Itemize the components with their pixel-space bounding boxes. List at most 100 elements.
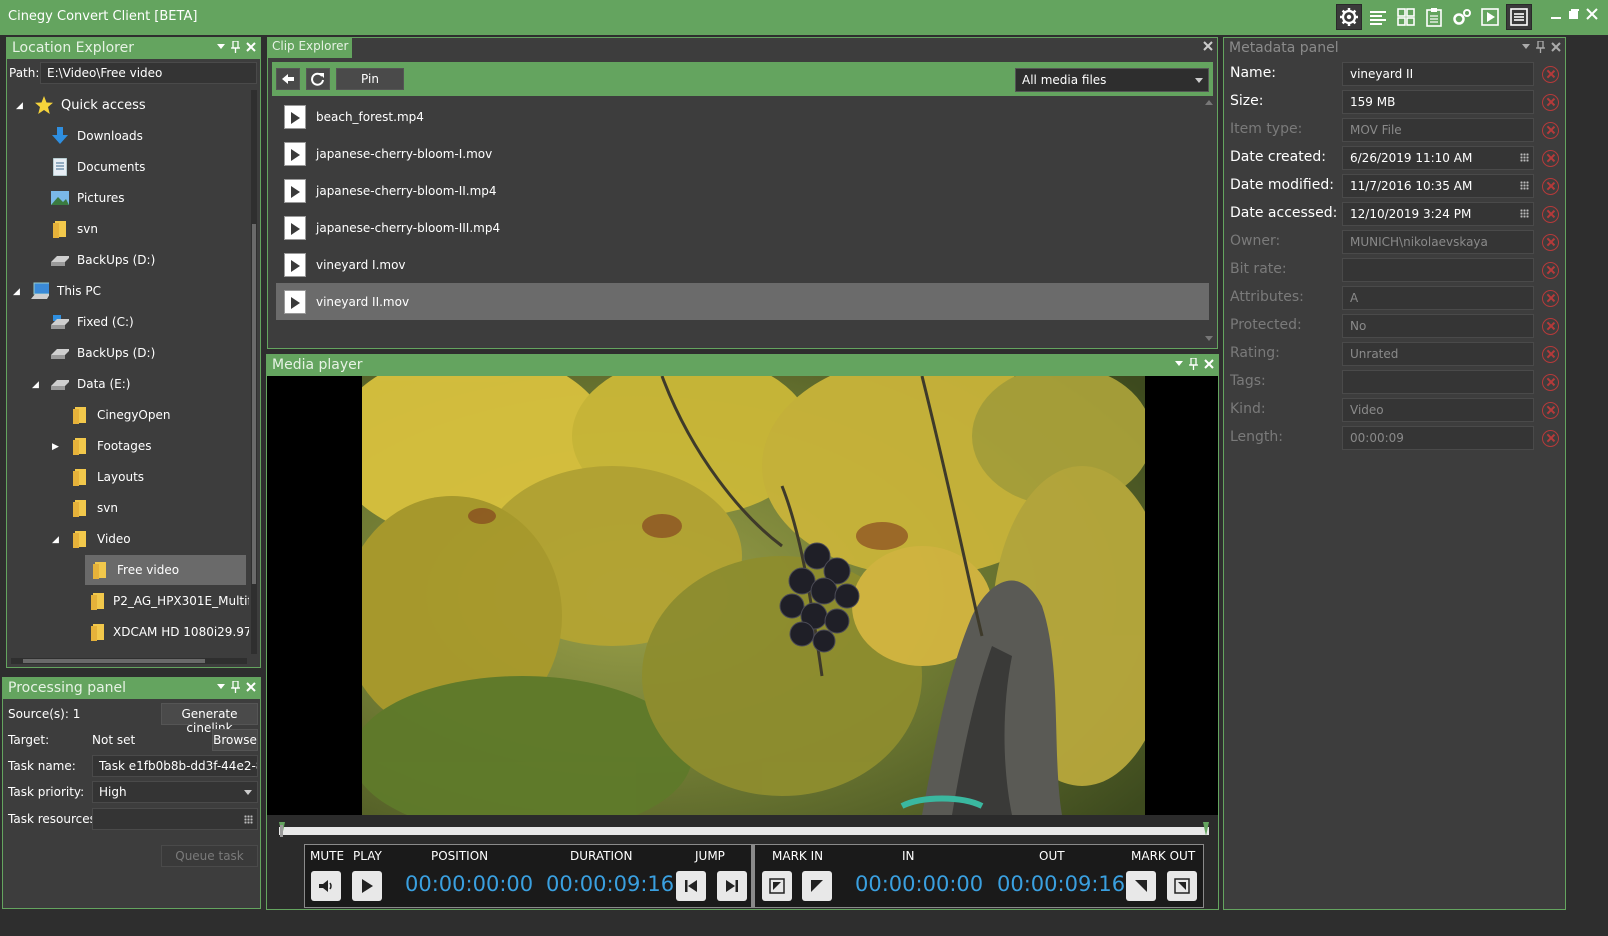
vertical-scrollbar[interactable] (251, 90, 257, 654)
dropdown-icon[interactable] (217, 684, 225, 690)
mute-button[interactable] (311, 871, 341, 901)
back-button[interactable] (276, 68, 300, 90)
grid-view-icon[interactable] (1394, 5, 1418, 29)
expander-icon[interactable]: ◢ (13, 287, 20, 297)
tree-item-downloads[interactable]: Downloads (51, 121, 143, 151)
metadata-value[interactable]: 159 MB (1342, 90, 1534, 114)
task-priority-select[interactable]: High (92, 781, 258, 803)
pin-icon[interactable] (1536, 41, 1545, 53)
clear-icon[interactable] (1542, 346, 1559, 363)
date-picker-icon[interactable] (1520, 153, 1529, 162)
tree-item-free-video[interactable]: Free video (85, 555, 246, 585)
metadata-value[interactable]: 11/7/2016 10:35 AM (1342, 174, 1534, 198)
close-panel-icon[interactable] (246, 42, 256, 52)
resource-picker-icon[interactable] (244, 815, 253, 824)
close-panel-icon[interactable] (246, 682, 256, 692)
tree-item-xdcam[interactable]: XDCAM HD 1080i29.97 (e (91, 617, 249, 647)
tree-item-backups-d-pc[interactable]: BackUps (D:) (51, 338, 155, 368)
gear-icon[interactable] (1336, 4, 1362, 30)
panels-icon[interactable] (1506, 4, 1532, 30)
timeline-out-marker[interactable] (1203, 822, 1209, 836)
go-to-out-button[interactable] (1167, 871, 1197, 901)
pin-icon[interactable] (231, 681, 240, 693)
refresh-button[interactable] (306, 68, 330, 90)
tree-item-fixed-c[interactable]: Fixed (C:) (51, 307, 134, 337)
clear-icon[interactable] (1542, 206, 1559, 223)
tree-item-layouts[interactable]: Layouts (71, 462, 144, 492)
video-frame[interactable] (362, 376, 1145, 815)
clear-icon[interactable] (1542, 290, 1559, 307)
close-panel-icon[interactable] (1203, 41, 1213, 51)
jump-to-end-button[interactable] (717, 871, 747, 901)
close-panel-icon[interactable] (1204, 359, 1214, 369)
file-row[interactable]: japanese-cherry-bloom-I.mov (276, 135, 1209, 172)
list-view-icon[interactable] (1366, 5, 1390, 29)
mark-out-button[interactable] (1126, 871, 1156, 901)
file-row[interactable]: beach_forest.mp4 (276, 98, 1209, 135)
tree-item-data-e[interactable]: Data (E:) (51, 369, 130, 399)
media-filter-select[interactable]: All media files (1015, 68, 1209, 92)
scrollbar-thumb[interactable] (23, 659, 205, 663)
file-row[interactable]: japanese-cherry-bloom-III.mp4 (276, 209, 1209, 246)
expander-icon[interactable]: ◢ (52, 535, 59, 545)
tree-item-svn-e[interactable]: svn (71, 493, 118, 523)
clear-icon[interactable] (1542, 430, 1559, 447)
metadata-value[interactable]: 12/10/2019 3:24 PM (1342, 202, 1534, 226)
clear-icon[interactable] (1542, 402, 1559, 419)
play-icon[interactable] (1478, 5, 1502, 29)
dropdown-icon[interactable] (217, 44, 225, 50)
file-row[interactable]: vineyard I.mov (276, 246, 1209, 283)
settings-gears-icon[interactable] (1450, 5, 1474, 29)
clear-icon[interactable] (1542, 66, 1559, 83)
pin-icon[interactable] (231, 41, 240, 53)
clear-icon[interactable] (1542, 234, 1559, 251)
clear-icon[interactable] (1542, 374, 1559, 391)
tree-item-footages[interactable]: Footages (71, 431, 151, 461)
clear-icon[interactable] (1542, 318, 1559, 335)
pin-button[interactable]: Pin (336, 68, 404, 90)
go-to-in-button[interactable] (762, 871, 792, 901)
metadata-value[interactable]: vineyard II (1342, 62, 1534, 86)
tree-item-svn[interactable]: svn (51, 214, 98, 244)
task-name-input[interactable]: Task e1fb0b8b-dd3f-44e2-8d5 (92, 755, 258, 777)
clear-icon[interactable] (1542, 262, 1559, 279)
close-icon[interactable] (1586, 8, 1598, 20)
metadata-value[interactable]: 6/26/2019 11:10 AM (1342, 146, 1534, 170)
tree-item-pictures[interactable]: Pictures (51, 183, 125, 213)
vertical-scrollbar[interactable] (1205, 100, 1213, 342)
jump-to-start-button[interactable] (676, 871, 706, 901)
play-button[interactable] (352, 871, 382, 901)
clear-icon[interactable] (1542, 150, 1559, 167)
minimize-icon[interactable] (1550, 8, 1562, 20)
dropdown-icon[interactable] (1175, 361, 1183, 367)
browse-button[interactable]: Browse (212, 729, 258, 751)
file-row-selected[interactable]: vineyard II.mov (276, 283, 1209, 320)
tree-item-cinegyopen[interactable]: CinegyOpen (71, 400, 170, 430)
tree-item-this-pc[interactable]: This PC (31, 276, 101, 306)
timeline[interactable] (279, 822, 1209, 837)
clear-icon[interactable] (1542, 94, 1559, 111)
pin-icon[interactable] (1189, 358, 1198, 370)
tree-item-quick-access[interactable]: Quick access (35, 90, 146, 120)
tree-item-backups-d[interactable]: BackUps (D:) (51, 245, 155, 275)
generate-cinelink-button[interactable]: Generate cinelink (161, 703, 258, 735)
dropdown-icon[interactable] (1522, 44, 1530, 50)
tree-item-p2-ag[interactable]: P2_AG_HPX301E_Multifor (91, 586, 249, 616)
date-picker-icon[interactable] (1520, 209, 1529, 218)
file-row[interactable]: japanese-cherry-bloom-II.mp4 (276, 172, 1209, 209)
tree-item-video[interactable]: Video (71, 524, 131, 554)
timeline-track[interactable] (279, 827, 1209, 835)
tree-item-documents[interactable]: Documents (51, 152, 145, 182)
clipboard-icon[interactable] (1422, 5, 1446, 29)
playhead[interactable] (280, 825, 283, 837)
mark-in-button[interactable] (802, 871, 832, 901)
expander-icon[interactable]: ◢ (32, 380, 39, 390)
queue-task-button[interactable]: Queue task (161, 845, 258, 867)
close-panel-icon[interactable] (1551, 42, 1561, 52)
scroll-down-icon[interactable] (1205, 336, 1213, 342)
clear-icon[interactable] (1542, 122, 1559, 139)
clear-icon[interactable] (1542, 178, 1559, 195)
task-resources-input[interactable] (92, 808, 258, 830)
scrollbar-thumb[interactable] (252, 224, 256, 584)
scroll-up-icon[interactable] (1205, 100, 1213, 106)
